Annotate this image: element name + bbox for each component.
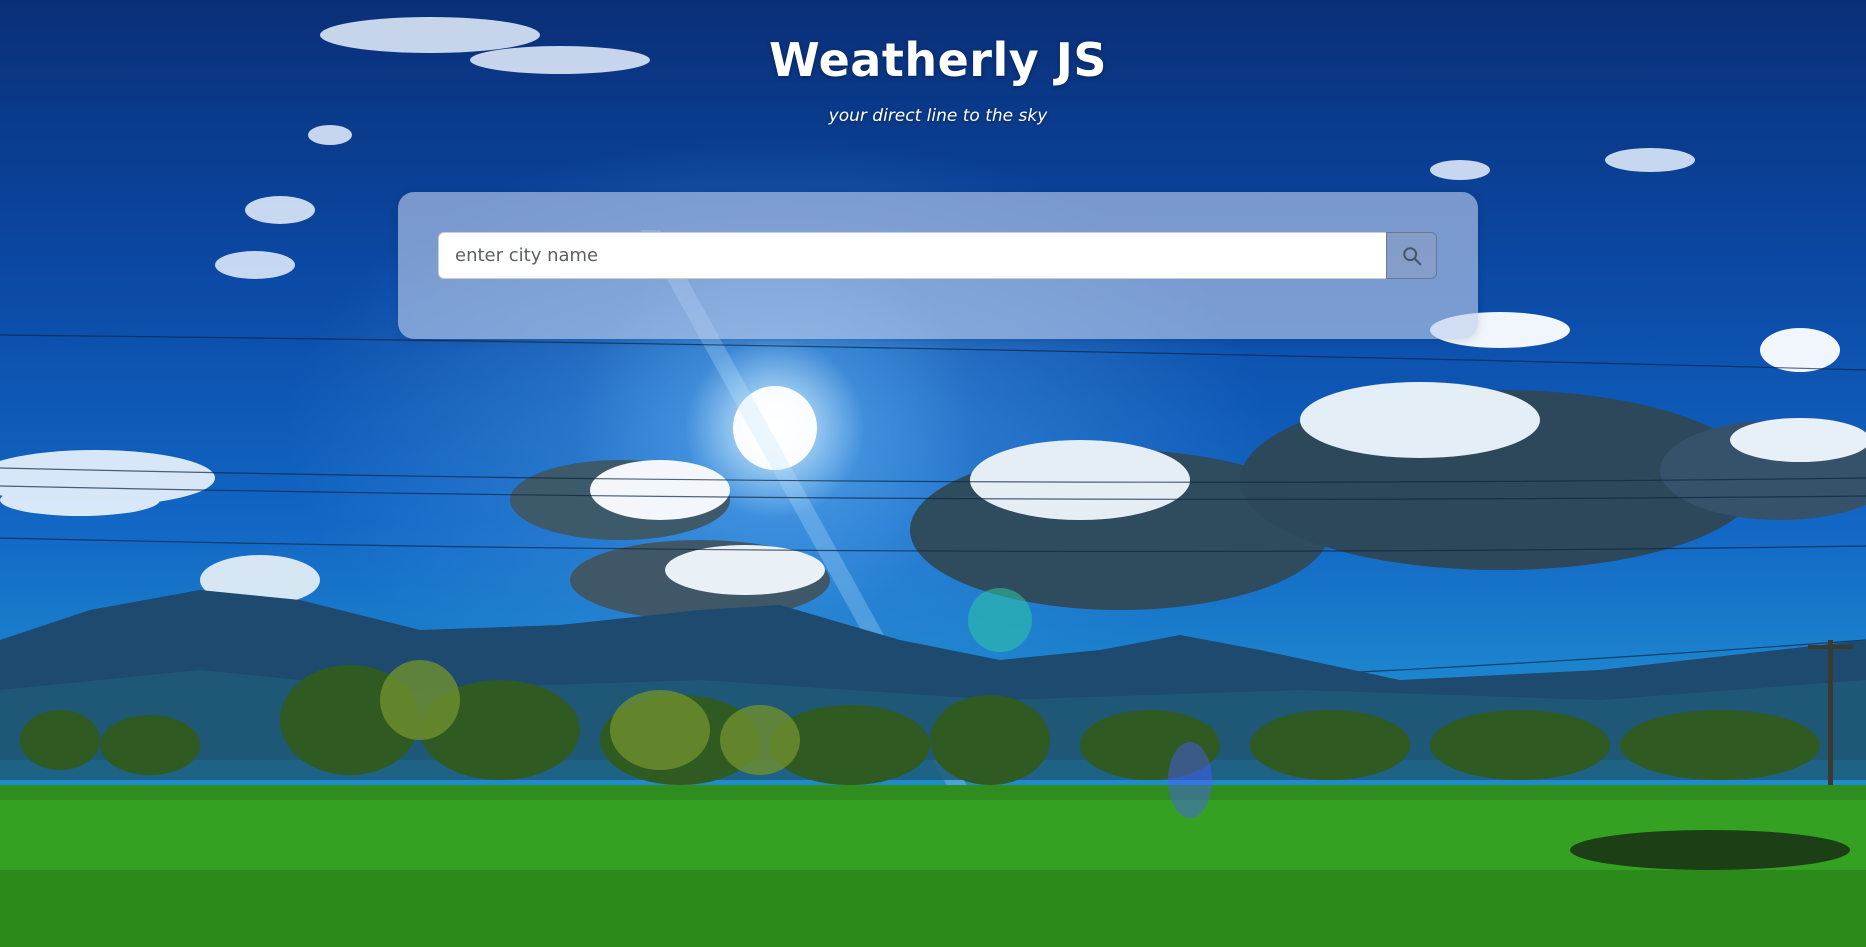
search-bar (438, 232, 1437, 279)
search-card (398, 192, 1478, 339)
app-header: Weatherly JS your direct line to the sky (0, 30, 1866, 126)
city-search-input[interactable] (438, 232, 1386, 279)
app-tagline: your direct line to the sky (828, 106, 1048, 126)
landscape-background-image (0, 17, 1866, 947)
search-button[interactable] (1386, 232, 1437, 279)
app-page: Weatherly JS your direct line to the sky (0, 0, 1866, 947)
search-icon (1401, 245, 1423, 267)
app-title: Weatherly JS (769, 33, 1107, 87)
